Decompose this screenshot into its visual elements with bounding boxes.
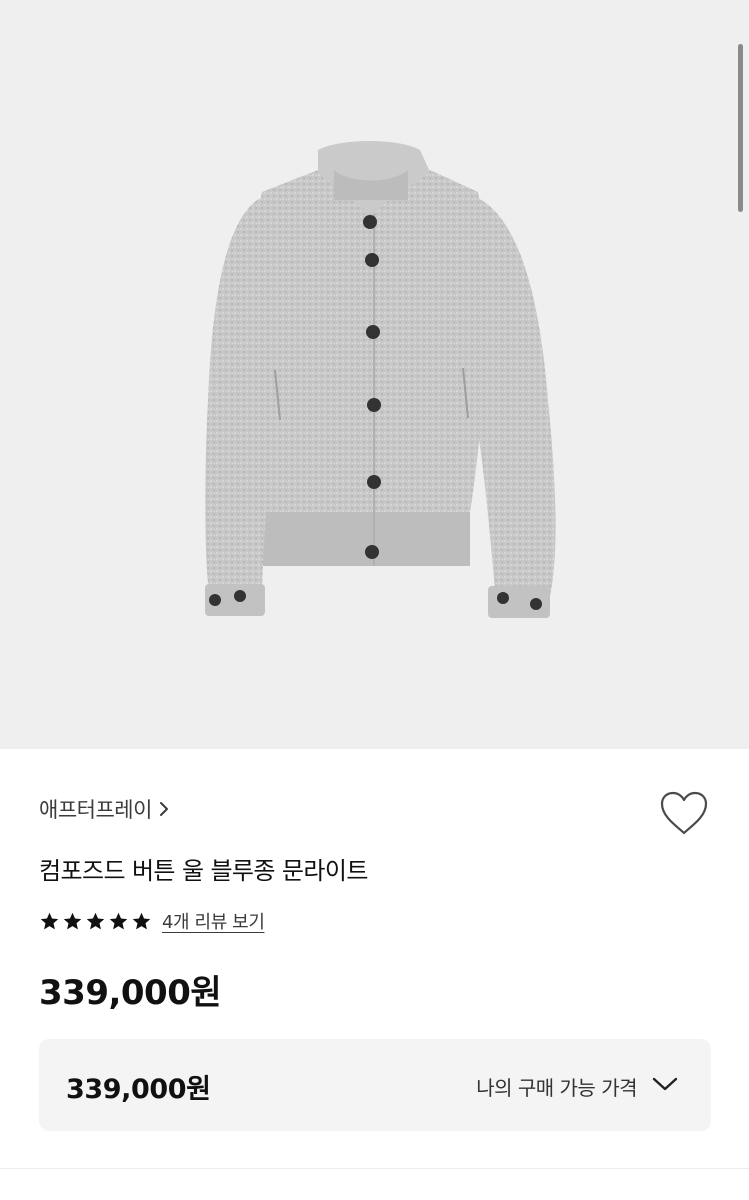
rating-row: 4개 리뷰 보기: [39, 909, 265, 933]
purchase-price-amount: 339,000원: [66, 1074, 211, 1105]
brand-link[interactable]: 애프터프레이: [39, 793, 170, 825]
divider: [0, 1168, 749, 1169]
chevron-right-icon: [159, 802, 168, 816]
chevron-down-icon: [652, 1077, 678, 1091]
review-link[interactable]: 4개 리뷰 보기: [162, 908, 265, 934]
product-title: 컴포즈드 버튼 울 블루종 문라이트: [39, 857, 368, 885]
star-icon: [63, 912, 82, 929]
product-price: 339,000원: [39, 973, 222, 1013]
star-rating: [39, 911, 152, 932]
scrollbar[interactable]: [738, 44, 743, 212]
star-icon: [132, 912, 151, 929]
product-info: 애프터프레이 컴포즈드 버튼 울 블루종 문라이트 4개 리뷰 보기 339,0…: [0, 749, 749, 1200]
product-image[interactable]: [0, 0, 749, 749]
purchase-price-dropdown[interactable]: 339,000원 나의 구매 가능 가격: [39, 1039, 711, 1131]
star-icon: [86, 912, 105, 929]
star-icon: [109, 912, 128, 929]
purchase-price-label: 나의 구매 가능 가격: [476, 1076, 637, 1100]
star-icon: [40, 912, 59, 929]
brand-name: 애프터프레이: [39, 798, 152, 822]
heart-icon[interactable]: [658, 789, 710, 837]
jacket-illustration: [205, 141, 556, 618]
